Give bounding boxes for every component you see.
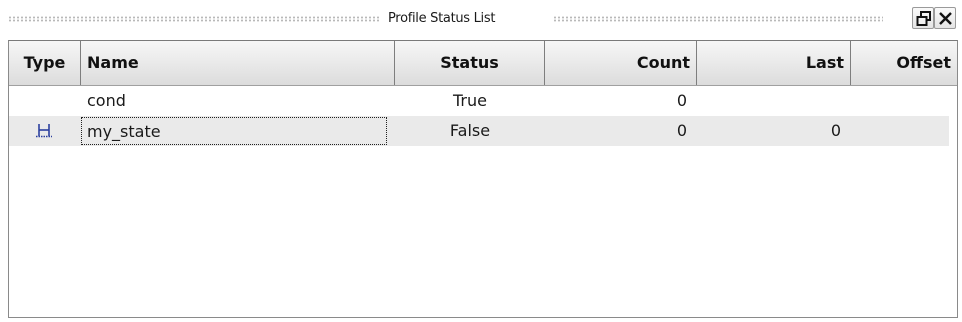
column-header-last[interactable]: Last — [697, 41, 851, 85]
offset-cell — [851, 86, 949, 116]
status-cell: False — [449, 121, 491, 140]
close-icon — [939, 12, 952, 25]
table-row[interactable]: cond True 0 — [9, 86, 949, 116]
table-row[interactable]: my_state False 0 0 — [9, 116, 949, 146]
column-header-name[interactable]: Name — [81, 41, 395, 85]
last-cell: 0 — [830, 121, 841, 140]
name-cell[interactable]: my_state — [81, 117, 387, 145]
count-cell: 0 — [676, 121, 687, 140]
state-icon — [36, 124, 52, 138]
restore-button[interactable] — [912, 7, 934, 29]
offset-cell — [851, 116, 949, 146]
title-grip-left[interactable] — [8, 16, 380, 22]
column-header-status[interactable]: Status — [395, 41, 545, 85]
restore-icon — [916, 11, 931, 26]
name-cell[interactable]: cond — [81, 86, 395, 116]
status-cell: True — [453, 91, 487, 110]
window-title: Profile Status List — [388, 11, 496, 26]
column-header-count[interactable]: Count — [545, 41, 697, 85]
title-grip-right[interactable] — [553, 16, 883, 22]
column-header-offset[interactable]: Offset — [851, 41, 957, 85]
column-header-type[interactable]: Type — [9, 41, 81, 85]
table-header: Type Name Status Count Last Offset — [9, 41, 957, 86]
title-bar[interactable]: Profile Status List — [0, 0, 962, 36]
profile-status-list-window: Profile Status List Type Name Status Cou… — [0, 0, 962, 322]
close-button[interactable] — [934, 7, 956, 29]
count-cell: 0 — [676, 91, 687, 110]
last-cell — [697, 86, 851, 116]
status-table: Type Name Status Count Last Offset cond … — [8, 40, 958, 318]
